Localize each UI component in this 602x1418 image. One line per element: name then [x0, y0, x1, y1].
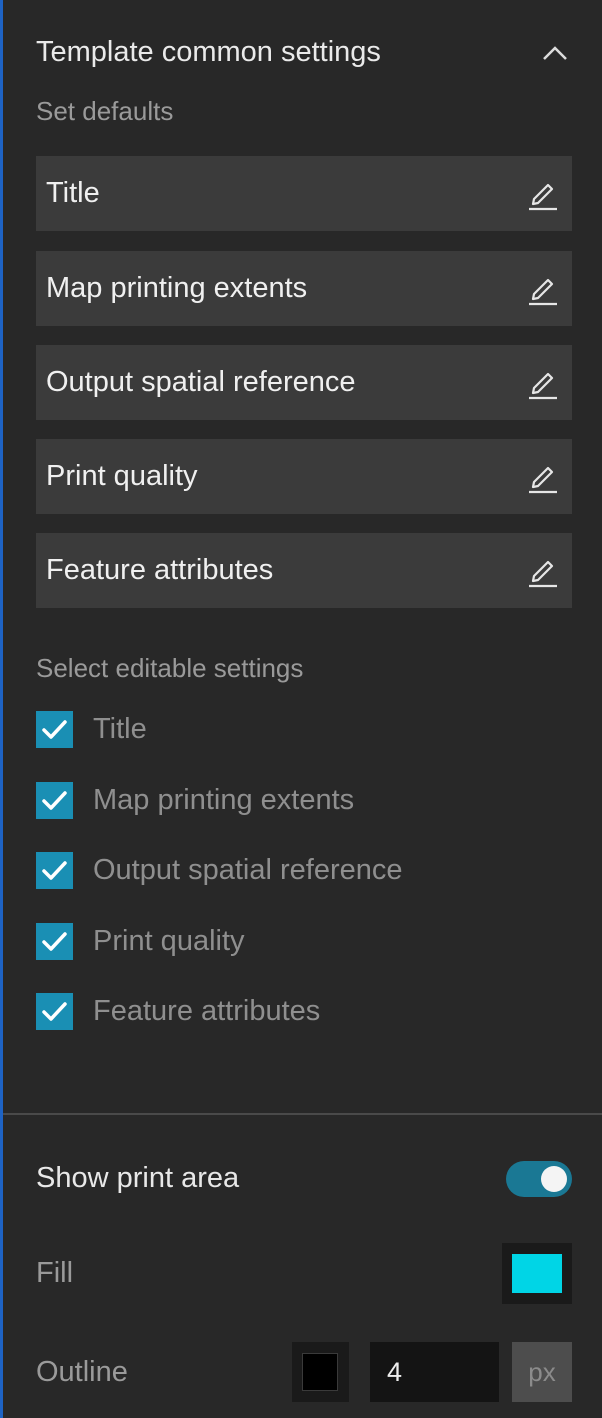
default-item-print-quality[interactable]: Print quality: [36, 439, 572, 514]
outline-unit-label: px: [512, 1342, 572, 1402]
editable-checkbox-feature-attributes[interactable]: Feature attributes: [36, 991, 536, 1031]
editable-checkbox-title[interactable]: Title: [36, 709, 536, 749]
pencil-icon[interactable]: [526, 366, 558, 400]
section-header[interactable]: Template common settings: [36, 32, 572, 72]
default-item-feature-attributes[interactable]: Feature attributes: [36, 533, 572, 608]
outline-color-swatch: [302, 1353, 338, 1391]
collapse-button[interactable]: [538, 36, 572, 70]
pencil-icon[interactable]: [526, 272, 558, 306]
checkmark-icon: [42, 791, 67, 810]
checkbox-checked[interactable]: [36, 852, 73, 889]
checkmark-icon: [42, 932, 67, 951]
checkbox-label: Feature attributes: [93, 995, 321, 1027]
editable-settings-heading: Select editable settings: [36, 653, 304, 683]
default-item-label: Map printing extents: [46, 272, 308, 304]
show-print-area-toggle[interactable]: [506, 1161, 572, 1197]
chevron-up-icon: [543, 46, 567, 60]
show-print-area-label: Show print area: [36, 1162, 240, 1194]
outline-label: Outline: [36, 1356, 128, 1388]
fill-color-picker[interactable]: [502, 1243, 572, 1304]
section-title: Template common settings: [36, 36, 381, 68]
editable-checkbox-output-spatial-reference[interactable]: Output spatial reference: [36, 850, 536, 890]
default-item-output-spatial-reference[interactable]: Output spatial reference: [36, 345, 572, 420]
template-settings-panel: Template common settings Set defaults Ti…: [3, 0, 602, 1418]
default-item-label: Print quality: [46, 460, 198, 492]
pencil-icon[interactable]: [526, 177, 558, 211]
pencil-icon[interactable]: [526, 554, 558, 588]
checkbox-label: Title: [93, 713, 147, 745]
set-defaults-heading: Set defaults: [36, 96, 174, 126]
checkmark-icon: [42, 861, 67, 880]
editable-checkbox-map-printing-extents[interactable]: Map printing extents: [36, 780, 536, 820]
checkmark-icon: [42, 720, 67, 739]
toggle-knob: [541, 1166, 567, 1192]
checkbox-checked[interactable]: [36, 711, 73, 748]
checkbox-checked[interactable]: [36, 782, 73, 819]
checkbox-label: Map printing extents: [93, 784, 355, 816]
default-item-label: Feature attributes: [46, 554, 274, 586]
default-item-label: Output spatial reference: [46, 366, 356, 398]
pencil-icon[interactable]: [526, 460, 558, 494]
checkmark-icon: [42, 1002, 67, 1021]
editable-checkbox-print-quality[interactable]: Print quality: [36, 921, 536, 961]
checkbox-checked[interactable]: [36, 993, 73, 1030]
default-item-label: Title: [46, 177, 100, 209]
fill-label: Fill: [36, 1257, 74, 1289]
section-divider: [3, 1113, 602, 1115]
default-item-title[interactable]: Title: [36, 156, 572, 231]
checkbox-checked[interactable]: [36, 923, 73, 960]
checkbox-label: Print quality: [93, 925, 245, 957]
checkbox-label: Output spatial reference: [93, 854, 403, 886]
default-item-map-printing-extents[interactable]: Map printing extents: [36, 251, 572, 326]
outline-color-picker[interactable]: [292, 1342, 349, 1402]
fill-color-swatch: [512, 1254, 562, 1293]
outline-width-input[interactable]: [370, 1342, 499, 1402]
